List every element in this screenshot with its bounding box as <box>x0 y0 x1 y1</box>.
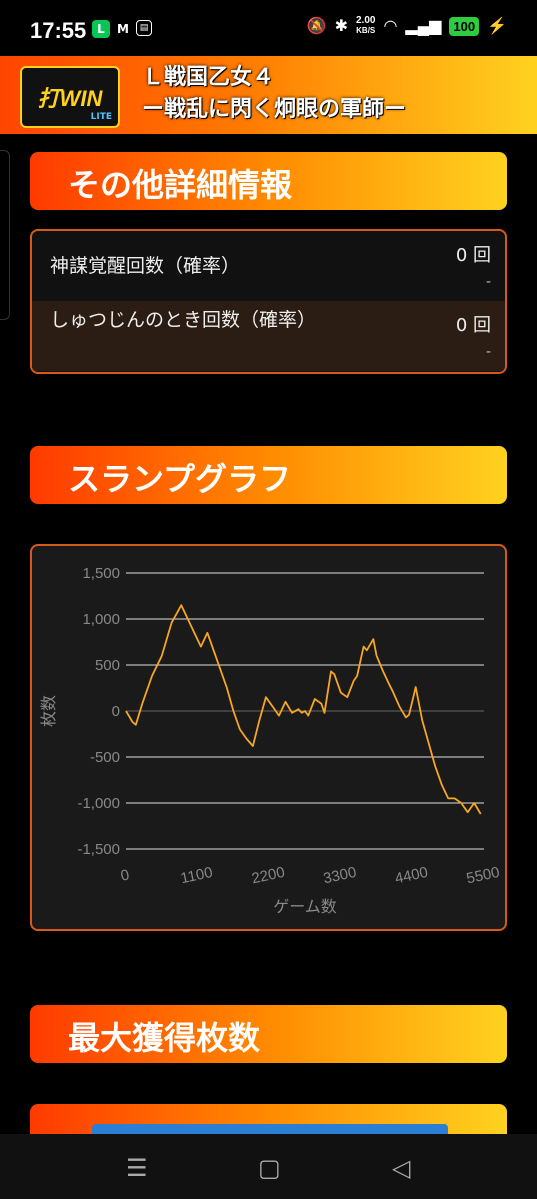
detail-rate: - <box>485 274 491 290</box>
edge-panel-handle[interactable] <box>0 150 10 320</box>
detail-row: しゅつじんのとき回数（確率） 0 回 - <box>32 301 505 371</box>
detail-value: 0 回 <box>455 315 491 336</box>
y-tick-label: 1,000 <box>82 611 120 628</box>
signal-icon: ▂▄▆ <box>405 18 442 35</box>
logo-text: 打WIN <box>37 86 103 111</box>
slump-chart: 1,500 1,000 500 0 -500 -1,000 -1,500 0 1100 2200 3… <box>30 544 507 931</box>
x-axis-label: ゲーム数 <box>273 897 337 916</box>
y-tick-label: -500 <box>90 749 120 766</box>
x-tick-label: 0 <box>119 866 131 884</box>
section-header-slump-graph: スランプグラフ <box>30 446 507 504</box>
section-title: スランプグラフ <box>68 460 292 498</box>
detail-rate: - <box>485 344 491 360</box>
navigation-bar: ☰ ▢ ◁ <box>0 1134 537 1199</box>
notification-icons: L M ▤ <box>92 20 152 38</box>
logo-sub: LITE <box>90 112 112 122</box>
x-tick-label: 4400 <box>393 864 429 888</box>
mute-icon: 🔕 <box>306 18 327 35</box>
app-header: 打WIN LITE Ｌ戦国乙女４ ー戦乱に閃く炯眼の軍師ー <box>0 56 537 134</box>
max-win-card <box>30 1104 507 1134</box>
news-icon: ▤ <box>136 20 152 36</box>
app-logo[interactable]: 打WIN LITE <box>20 66 120 128</box>
charging-icon: ⚡ <box>487 18 507 35</box>
y-tick-label: 0 <box>112 703 120 720</box>
bluetooth-icon: ✱ <box>334 18 348 35</box>
section-title: その他詳細情報 <box>68 166 293 204</box>
detail-table: 神謀覚醒回数（確率） 0 回 - しゅつじんのとき回数（確率） 0 回 - <box>30 229 507 374</box>
back-button[interactable]: ◁ <box>392 1154 410 1182</box>
wifi-icon: ◠ <box>383 18 398 35</box>
recent-apps-button[interactable]: ☰ <box>126 1154 148 1182</box>
net-speed-value: 2.00 <box>355 15 376 26</box>
status-bar: 17:55 L M ▤ 🔕 ✱ 2.00 KB/S ◠ ▂▄▆ 100 ⚡ <box>0 0 537 56</box>
detail-label: しゅつじんのとき回数（確率） <box>50 309 317 331</box>
x-tick-label: 2200 <box>250 864 286 888</box>
max-win-banner <box>92 1124 448 1134</box>
y-tick-label: -1,500 <box>77 841 120 858</box>
detail-value: 0 回 <box>455 245 491 266</box>
title-line2: ー戦乱に閃く炯眼の軍師ー <box>142 97 407 122</box>
y-tick-label: -1,000 <box>77 795 120 812</box>
gmail-icon: M <box>117 22 129 36</box>
slump-chart-svg: 1,500 1,000 500 0 -500 -1,000 -1,500 0 1100 2200 3… <box>39 565 501 916</box>
x-tick-label: 5500 <box>465 864 501 888</box>
line-app-icon: L <box>92 20 110 38</box>
y-tick-label: 1,500 <box>82 565 120 582</box>
y-tick-label: 500 <box>95 657 120 674</box>
x-tick-label: 1100 <box>179 864 214 887</box>
title-line1: Ｌ戦国乙女４ <box>142 65 275 90</box>
status-time: 17:55 <box>30 18 87 43</box>
detail-label: 神謀覚醒回数（確率） <box>50 255 241 277</box>
section-title: 最大獲得枚数 <box>68 1019 261 1057</box>
net-speed-unit: KB/S <box>356 26 376 35</box>
slump-line <box>125 604 482 815</box>
x-tick-label: 3300 <box>322 864 358 888</box>
section-header-other-details: その他詳細情報 <box>30 152 507 210</box>
y-axis-label: 枚数 <box>39 695 58 727</box>
battery-level: 100 <box>449 16 480 36</box>
system-icons: 🔕 ✱ 2.00 KB/S ◠ ▂▄▆ 100 ⚡ <box>307 16 507 36</box>
machine-title: Ｌ戦国乙女４ ー戦乱に閃く炯眼の軍師ー <box>142 62 406 126</box>
network-speed: 2.00 KB/S <box>356 16 375 36</box>
detail-row: 神謀覚醒回数（確率） 0 回 - <box>32 231 505 301</box>
section-header-max-win: 最大獲得枚数 <box>30 1005 507 1063</box>
home-button[interactable]: ▢ <box>258 1154 281 1182</box>
